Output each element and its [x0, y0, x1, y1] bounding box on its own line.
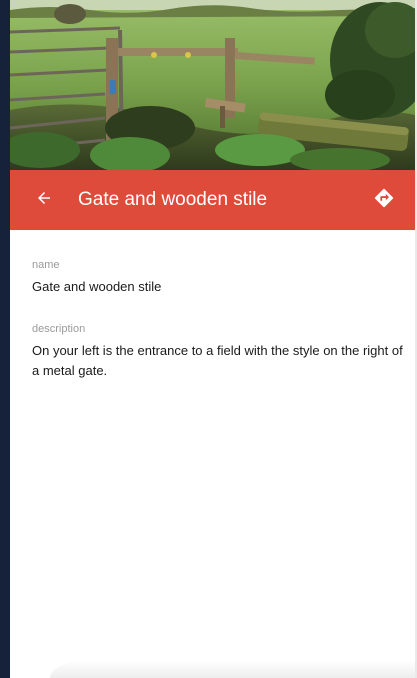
poi-detail-screen: Gate and wooden stile name Gate and wood…	[0, 0, 417, 678]
description-value: On your left is the entrance to a field …	[32, 343, 403, 378]
name-value: Gate and wooden stile	[32, 279, 162, 294]
back-button[interactable]	[28, 184, 60, 216]
directions-icon	[373, 187, 395, 214]
window-edge	[0, 0, 10, 678]
name-field: name Gate and wooden stile	[32, 258, 404, 297]
name-label: name	[32, 259, 60, 271]
description-field: description On your left is the entrance…	[32, 322, 404, 381]
hero-photo-illustration	[10, 0, 415, 170]
page-title: Gate and wooden stile	[78, 189, 268, 210]
description-label: description	[32, 323, 86, 335]
app-bar: Gate and wooden stile	[10, 170, 415, 230]
detail-content: name Gate and wooden stile description O…	[10, 230, 415, 678]
arrow-back-icon	[35, 189, 53, 212]
directions-button[interactable]	[369, 185, 399, 215]
hero-photo	[10, 0, 415, 170]
bottom-sheet-edge	[50, 660, 417, 678]
